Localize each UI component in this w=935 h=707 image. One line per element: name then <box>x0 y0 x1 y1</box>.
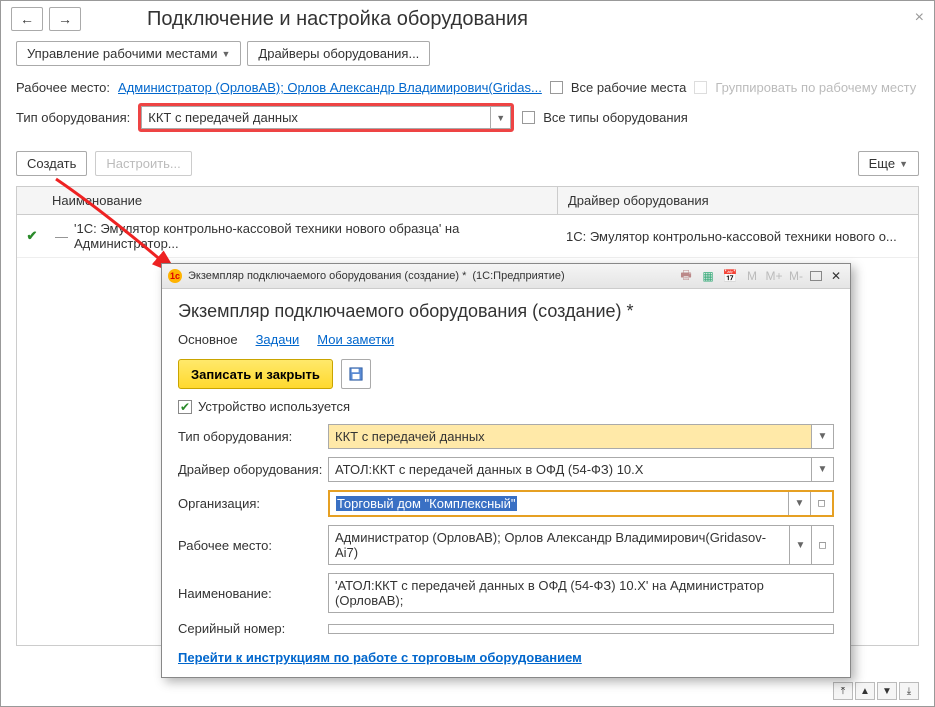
table-header-name[interactable]: Наименование <box>42 187 558 214</box>
row-name: '1С: Эмулятор контрольно-кассовой техник… <box>74 221 558 251</box>
equipment-type-field-label: Тип оборудования: <box>178 429 328 444</box>
dialog-close-icon[interactable]: ✕ <box>828 268 844 284</box>
nav-forward-button[interactable]: → <box>49 7 81 31</box>
table-row[interactable]: ✔ — '1С: Эмулятор контрольно-кассовой те… <box>17 215 918 258</box>
floppy-icon <box>349 367 363 381</box>
organization-value: Торговый дом "Комплексный" <box>336 496 517 511</box>
tab-notes[interactable]: Мои заметки <box>317 332 394 347</box>
1c-icon: 1c <box>168 269 182 283</box>
all-workplaces-checkbox[interactable] <box>550 81 563 94</box>
page-up-button[interactable]: ▲ <box>855 682 875 700</box>
group-by-workplace-label: Группировать по рабочему месту <box>715 80 916 95</box>
organization-open-button[interactable]: ◻ <box>810 492 832 515</box>
pager: ⤒ ▲ ▼ ⤓ <box>833 682 919 700</box>
workplace-link[interactable]: Администратор (ОрловАВ); Орлов Александр… <box>118 80 542 95</box>
organization-field-label: Организация: <box>178 496 328 511</box>
serial-field[interactable] <box>328 624 834 634</box>
nav-back-button[interactable]: ← <box>11 7 43 31</box>
all-equipment-types-label: Все типы оборудования <box>543 110 688 125</box>
check-icon: ✔ <box>27 228 38 243</box>
m-button[interactable]: M <box>744 268 760 284</box>
device-used-checkbox[interactable]: ✔ <box>178 400 192 414</box>
chevron-down-icon: ▼ <box>221 49 230 59</box>
table-header-driver[interactable]: Драйвер оборудования <box>558 187 918 214</box>
equipment-type-select[interactable]: ККТ с передачей данных <box>141 106 491 129</box>
driver-dropdown[interactable]: ▼ <box>812 457 834 482</box>
page-title: Подключение и настройка оборудования <box>147 8 528 31</box>
manage-workplaces-button[interactable]: Управление рабочими местами ▼ <box>16 41 241 66</box>
page-last-button[interactable]: ⤓ <box>899 682 919 700</box>
equipment-drivers-button[interactable]: Драйверы оборудования... <box>247 41 430 66</box>
workplace-open-button[interactable]: ◻ <box>812 525 834 565</box>
workplace-dropdown[interactable]: ▼ <box>790 525 812 565</box>
organization-field[interactable]: Торговый дом "Комплексный" <box>330 492 788 515</box>
configure-button: Настроить... <box>95 151 191 176</box>
grid-icon[interactable]: ▦ <box>700 268 716 284</box>
close-icon[interactable]: × <box>915 9 924 27</box>
dialog-window-title: Экземпляр подключаемого оборудования (со… <box>188 270 466 282</box>
all-equipment-types-checkbox[interactable] <box>522 111 535 124</box>
save-button[interactable] <box>341 359 371 389</box>
instructions-link[interactable]: Перейти к инструкциям по работе с торгов… <box>178 650 582 665</box>
workplace-label: Рабочее место: <box>16 80 110 95</box>
manage-workplaces-label: Управление рабочими местами <box>27 46 217 61</box>
group-by-workplace-checkbox <box>694 81 707 94</box>
more-button[interactable]: Еще ▼ <box>858 151 919 176</box>
driver-field-label: Драйвер оборудования: <box>178 462 328 477</box>
page-down-button[interactable]: ▼ <box>877 682 897 700</box>
driver-field[interactable]: АТОЛ:ККТ с передачей данных в ОФД (54-ФЗ… <box>328 457 812 482</box>
print-icon[interactable]: 🖶 <box>678 268 694 284</box>
name-field[interactable]: 'АТОЛ:ККТ с передачей данных в ОФД (54-Ф… <box>328 573 834 613</box>
row-driver: 1С: Эмулятор контрольно-кассовой техники… <box>558 229 918 244</box>
equipment-type-dropdown-button[interactable]: ▼ <box>491 106 511 129</box>
tab-main[interactable]: Основное <box>178 332 238 347</box>
m-plus-button[interactable]: M+ <box>766 268 782 284</box>
dialog-window-subtitle: (1С:Предприятие) <box>472 270 564 282</box>
chevron-down-icon: ▼ <box>899 159 908 169</box>
equipment-type-label: Тип оборудования: <box>16 110 130 125</box>
serial-field-label: Серийный номер: <box>178 621 328 636</box>
equipment-type-dropdown[interactable]: ▼ <box>812 424 834 449</box>
m-minus-button[interactable]: M- <box>788 268 804 284</box>
name-field-label: Наименование: <box>178 586 328 601</box>
create-button[interactable]: Создать <box>16 151 87 176</box>
workplace-field[interactable]: Администратор (ОрловАВ); Орлов Александр… <box>328 525 790 565</box>
maximize-icon[interactable] <box>810 271 822 281</box>
equipment-instance-dialog: 1c Экземпляр подключаемого оборудования … <box>161 263 851 678</box>
workplace-field-label: Рабочее место: <box>178 538 328 553</box>
device-used-label: Устройство используется <box>198 399 350 414</box>
all-workplaces-label: Все рабочие места <box>571 80 686 95</box>
page-first-button[interactable]: ⤒ <box>833 682 853 700</box>
dialog-heading: Экземпляр подключаемого оборудования (со… <box>178 301 834 322</box>
minus-icon: — <box>55 229 68 244</box>
more-label: Еще <box>869 156 895 171</box>
save-and-close-button[interactable]: Записать и закрыть <box>178 359 333 389</box>
tab-tasks[interactable]: Задачи <box>256 332 300 347</box>
organization-dropdown[interactable]: ▼ <box>788 492 810 515</box>
equipment-type-field[interactable]: ККТ с передачей данных <box>328 424 812 449</box>
calendar-icon[interactable]: 📅 <box>722 268 738 284</box>
